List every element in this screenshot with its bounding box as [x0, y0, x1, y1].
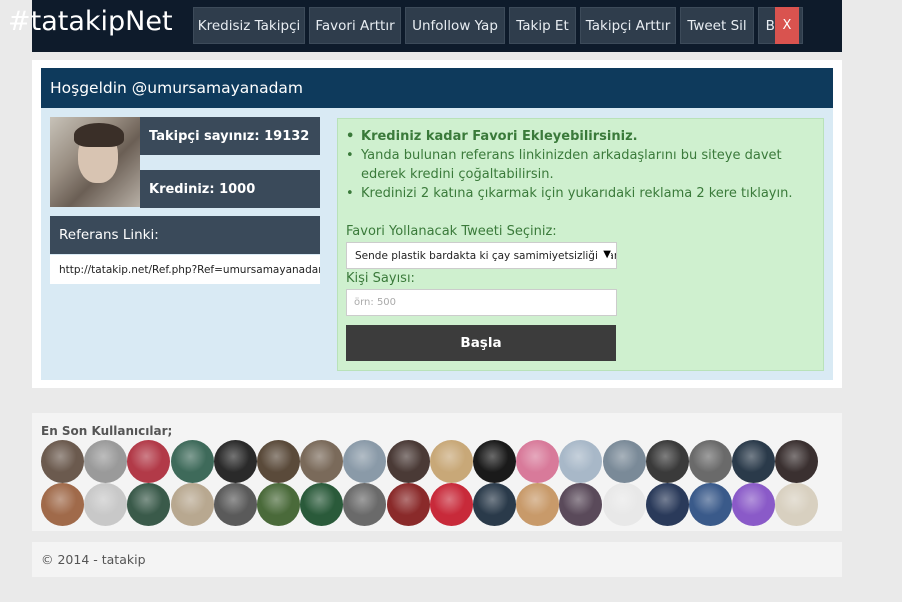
recent-user-avatar[interactable] — [732, 440, 775, 483]
welcome-heading: Hoşgeldin @umursamayanadam — [41, 68, 833, 108]
recent-user-avatar[interactable] — [257, 440, 300, 483]
recent-user-avatar[interactable] — [603, 483, 646, 526]
recent-user-avatar[interactable] — [732, 483, 775, 526]
start-button[interactable]: Başla — [346, 325, 616, 361]
recent-user-avatar[interactable] — [171, 483, 214, 526]
recent-user-avatar[interactable] — [127, 483, 170, 526]
user-avatar — [50, 117, 140, 207]
info-item-referral: Yanda bulunan referans linkinizden arkad… — [346, 146, 816, 184]
count-input[interactable] — [346, 289, 617, 316]
referral-link[interactable]: http://tatakip.net/Ref.php?Ref=umursamay… — [50, 255, 320, 284]
recent-user-avatar[interactable] — [559, 483, 602, 526]
recent-user-avatar[interactable] — [387, 440, 430, 483]
recent-user-avatar[interactable] — [300, 483, 343, 526]
recent-user-avatar[interactable] — [689, 440, 732, 483]
recent-user-avatar[interactable] — [41, 440, 84, 483]
nav-item-0[interactable]: Kredisiz Takipçi — [193, 7, 305, 44]
nav-item-4[interactable]: Takipçi Arttır — [580, 7, 676, 44]
recent-user-avatar[interactable] — [775, 483, 818, 526]
recent-user-avatar[interactable] — [257, 483, 300, 526]
footer-copyright: © 2014 - tatakip — [32, 542, 842, 577]
recent-user-avatar[interactable] — [430, 440, 473, 483]
count-label: Kişi Sayısı: — [346, 271, 415, 286]
recent-user-avatar[interactable] — [603, 440, 646, 483]
recent-user-avatar[interactable] — [387, 483, 430, 526]
recent-user-avatar[interactable] — [516, 483, 559, 526]
recent-user-avatar[interactable] — [646, 440, 689, 483]
recent-user-avatar[interactable] — [300, 440, 343, 483]
recent-user-avatar[interactable] — [171, 440, 214, 483]
recent-user-avatar[interactable] — [473, 440, 516, 483]
avatar-hair-shape — [74, 123, 124, 147]
tweet-select[interactable]: Sende plastik bardakta ki çay samimiyets… — [346, 242, 617, 269]
dropdown-arrow-icon: ▼ — [600, 249, 611, 260]
recent-user-avatar[interactable] — [430, 483, 473, 526]
info-item-ad: Kredinizi 2 katına çıkarmak için yukarıd… — [346, 184, 816, 203]
site-logo[interactable]: #tatakipNet — [8, 6, 173, 37]
recent-user-avatar[interactable] — [646, 483, 689, 526]
nav-item-3[interactable]: Takip Et — [509, 7, 576, 44]
recent-user-avatar[interactable] — [343, 440, 386, 483]
recent-user-avatar[interactable] — [559, 440, 602, 483]
recent-user-avatar[interactable] — [775, 440, 818, 483]
recent-users-title: En Son Kullanıcılar; — [41, 424, 173, 438]
follower-count: Takipçi sayınız: 19132 — [140, 117, 320, 155]
recent-user-avatar[interactable] — [689, 483, 732, 526]
recent-user-avatar[interactable] — [41, 483, 84, 526]
nav-item-5[interactable]: Tweet Sil — [680, 7, 754, 44]
recent-user-avatar[interactable] — [343, 483, 386, 526]
info-list: Krediniz kadar Favori Ekleyebilirsiniz. … — [346, 127, 816, 203]
recent-user-avatar[interactable] — [84, 440, 127, 483]
recent-user-avatar[interactable] — [516, 440, 559, 483]
nav-item-1[interactable]: Favori Arttır — [309, 7, 401, 44]
tweet-select-value: Sende plastik bardakta ki çay samimiyets… — [355, 249, 617, 262]
info-item-credits: Krediniz kadar Favori Ekleyebilirsiniz. — [346, 127, 816, 146]
recent-user-avatar[interactable] — [473, 483, 516, 526]
nav-item-2[interactable]: Unfollow Yap — [405, 7, 505, 44]
credit-count: Krediniz: 1000 — [140, 170, 320, 208]
recent-user-avatar[interactable] — [84, 483, 127, 526]
referral-heading: Referans Linki: — [50, 216, 320, 254]
recent-user-avatar[interactable] — [214, 440, 257, 483]
recent-user-avatar[interactable] — [214, 483, 257, 526]
tweet-select-label: Favori Yollanacak Tweeti Seçiniz: — [346, 224, 557, 239]
close-button[interactable]: X — [775, 7, 799, 44]
recent-user-avatar[interactable] — [127, 440, 170, 483]
